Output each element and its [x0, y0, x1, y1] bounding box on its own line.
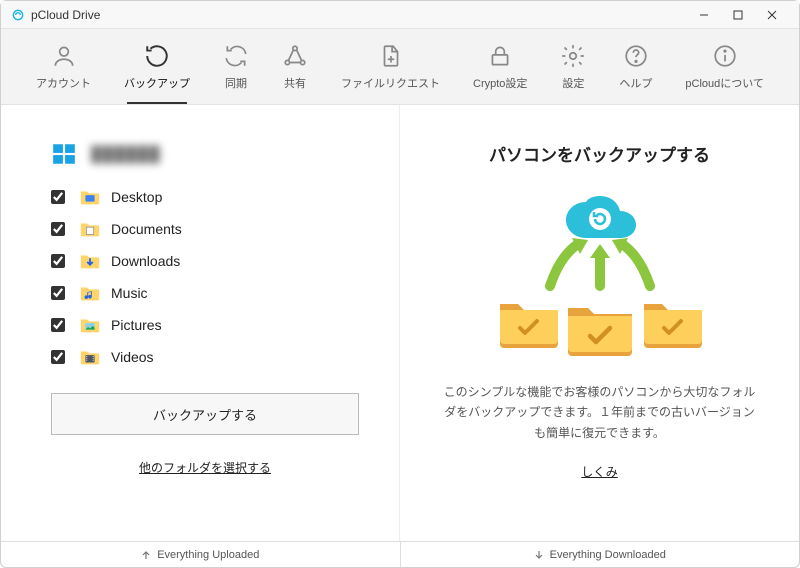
computer-row: ██████ [51, 141, 359, 167]
left-panel: ██████ Desktop Documents Downloads M [1, 105, 400, 541]
gear-icon [560, 43, 586, 69]
how-it-works-link[interactable]: しくみ [581, 463, 617, 480]
documents-folder-icon [79, 219, 101, 239]
tab-about[interactable]: pCloudについて [681, 29, 768, 104]
share-icon [282, 43, 308, 69]
close-button[interactable] [755, 4, 789, 26]
minimize-button[interactable] [687, 4, 721, 26]
backup-heading: パソコンをバックアップする [489, 141, 710, 166]
folder-list: Desktop Documents Downloads Music Pictur [51, 185, 359, 369]
other-folders-link[interactable]: 他のフォルダを選択する [51, 459, 359, 476]
folder-checkbox[interactable] [51, 350, 65, 364]
music-folder-icon [79, 283, 101, 303]
folder-checkbox[interactable] [51, 190, 65, 204]
tab-backup[interactable]: バックアップ [120, 29, 194, 104]
folder-item-desktop[interactable]: Desktop [51, 185, 359, 209]
sync-icon [223, 43, 249, 69]
folder-item-videos[interactable]: Videos [51, 345, 359, 369]
folder-item-pictures[interactable]: Pictures [51, 313, 359, 337]
backup-illustration [460, 186, 740, 366]
pictures-folder-icon [79, 315, 101, 335]
main-content: ██████ Desktop Documents Downloads M [1, 105, 799, 541]
status-bar: Everything Uploaded Everything Downloade… [1, 541, 799, 567]
help-icon [623, 43, 649, 69]
computer-name: ██████ [91, 146, 161, 163]
maximize-button[interactable] [721, 4, 755, 26]
tab-share[interactable]: 共有 [278, 29, 312, 104]
windows-icon [51, 141, 77, 167]
folder-item-downloads[interactable]: Downloads [51, 249, 359, 273]
lock-icon [487, 43, 513, 69]
videos-folder-icon [79, 347, 101, 367]
account-icon [51, 43, 77, 69]
tab-crypto[interactable]: Crypto設定 [469, 29, 531, 104]
backup-button[interactable]: バックアップする [51, 393, 359, 435]
titlebar: pCloud Drive [1, 1, 799, 29]
folder-checkbox[interactable] [51, 254, 65, 268]
folder-checkbox[interactable] [51, 222, 65, 236]
file-request-icon [378, 43, 404, 69]
toolbar: アカウント バックアップ 同期 共有 ファイルリクエスト Crypto設定 設定… [1, 29, 799, 105]
tab-account[interactable]: アカウント [32, 29, 95, 104]
downloads-folder-icon [79, 251, 101, 271]
upload-arrow-icon [141, 550, 151, 560]
folder-item-documents[interactable]: Documents [51, 217, 359, 241]
window-title: pCloud Drive [31, 8, 687, 22]
folder-item-music[interactable]: Music [51, 281, 359, 305]
desktop-folder-icon [79, 187, 101, 207]
backup-description: このシンプルな機能でお客様のパソコンから大切なフォルダをバックアップできます。１… [440, 382, 759, 443]
tab-help[interactable]: ヘルプ [615, 29, 656, 104]
right-panel: パソコンをバックアップする [400, 105, 799, 541]
status-uploaded: Everything Uploaded [1, 542, 401, 567]
backup-icon [144, 43, 170, 69]
app-logo-icon [11, 8, 25, 22]
folder-checkbox[interactable] [51, 318, 65, 332]
info-icon [712, 43, 738, 69]
tab-sync[interactable]: 同期 [219, 29, 253, 104]
folder-checkbox[interactable] [51, 286, 65, 300]
download-arrow-icon [534, 550, 544, 560]
tab-settings[interactable]: 設定 [556, 29, 590, 104]
tab-file-request[interactable]: ファイルリクエスト [337, 29, 444, 104]
status-downloaded: Everything Downloaded [401, 542, 800, 567]
